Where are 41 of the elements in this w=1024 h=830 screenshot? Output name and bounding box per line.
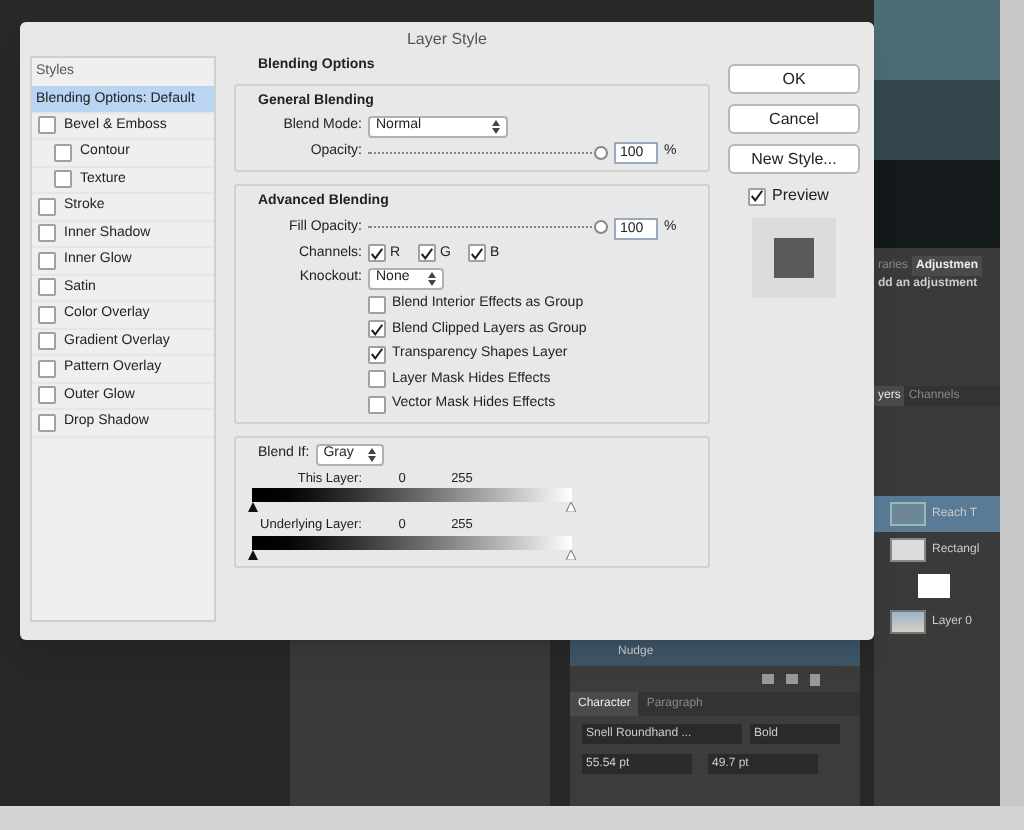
checkbox[interactable] [468, 244, 486, 263]
slider-thumb[interactable] [566, 550, 576, 560]
slider-thumb[interactable] [566, 502, 576, 513]
checkbox[interactable] [38, 278, 56, 297]
checkbox[interactable] [368, 370, 386, 389]
checkbox[interactable] [54, 170, 72, 189]
dialog-button[interactable]: Cancel [728, 104, 860, 134]
checkbox[interactable] [368, 295, 386, 314]
checkbox[interactable] [38, 386, 56, 405]
checkbox[interactable] [54, 143, 72, 162]
checkbox[interactable] [38, 305, 56, 324]
preview-square [774, 238, 814, 278]
slider-thumb[interactable] [594, 145, 608, 159]
slider-thumb[interactable] [594, 220, 608, 234]
checkbox[interactable] [38, 251, 56, 270]
slider[interactable] [368, 145, 608, 161]
image-thumbnail [890, 610, 926, 634]
checkbox[interactable] [38, 224, 56, 243]
stepper-icon [428, 272, 436, 286]
checkbox[interactable] [368, 244, 386, 263]
checkbox[interactable] [38, 116, 56, 135]
shape-thumbnail [890, 538, 926, 562]
checkbox[interactable] [368, 395, 386, 414]
slider-thumb[interactable] [248, 502, 258, 513]
checkbox[interactable] [38, 197, 56, 216]
checkbox[interactable] [38, 332, 56, 351]
window-title: Layer Style [406, 27, 488, 51]
mask-thumbnail [918, 574, 950, 598]
dialog-button[interactable]: OK [728, 64, 860, 94]
stepper-icon [367, 447, 376, 461]
checkbox[interactable] [38, 359, 56, 378]
slider[interactable] [368, 220, 608, 236]
dialog-button[interactable]: New Style... [728, 144, 860, 174]
stepper-icon [492, 120, 500, 134]
slider-thumb[interactable] [248, 550, 258, 560]
checkbox[interactable] [368, 320, 386, 339]
checkbox[interactable] [418, 244, 436, 263]
checkbox[interactable] [368, 345, 386, 364]
checkbox[interactable] [748, 187, 766, 205]
preview-label: Preview [772, 184, 829, 208]
checkbox[interactable] [38, 413, 56, 432]
